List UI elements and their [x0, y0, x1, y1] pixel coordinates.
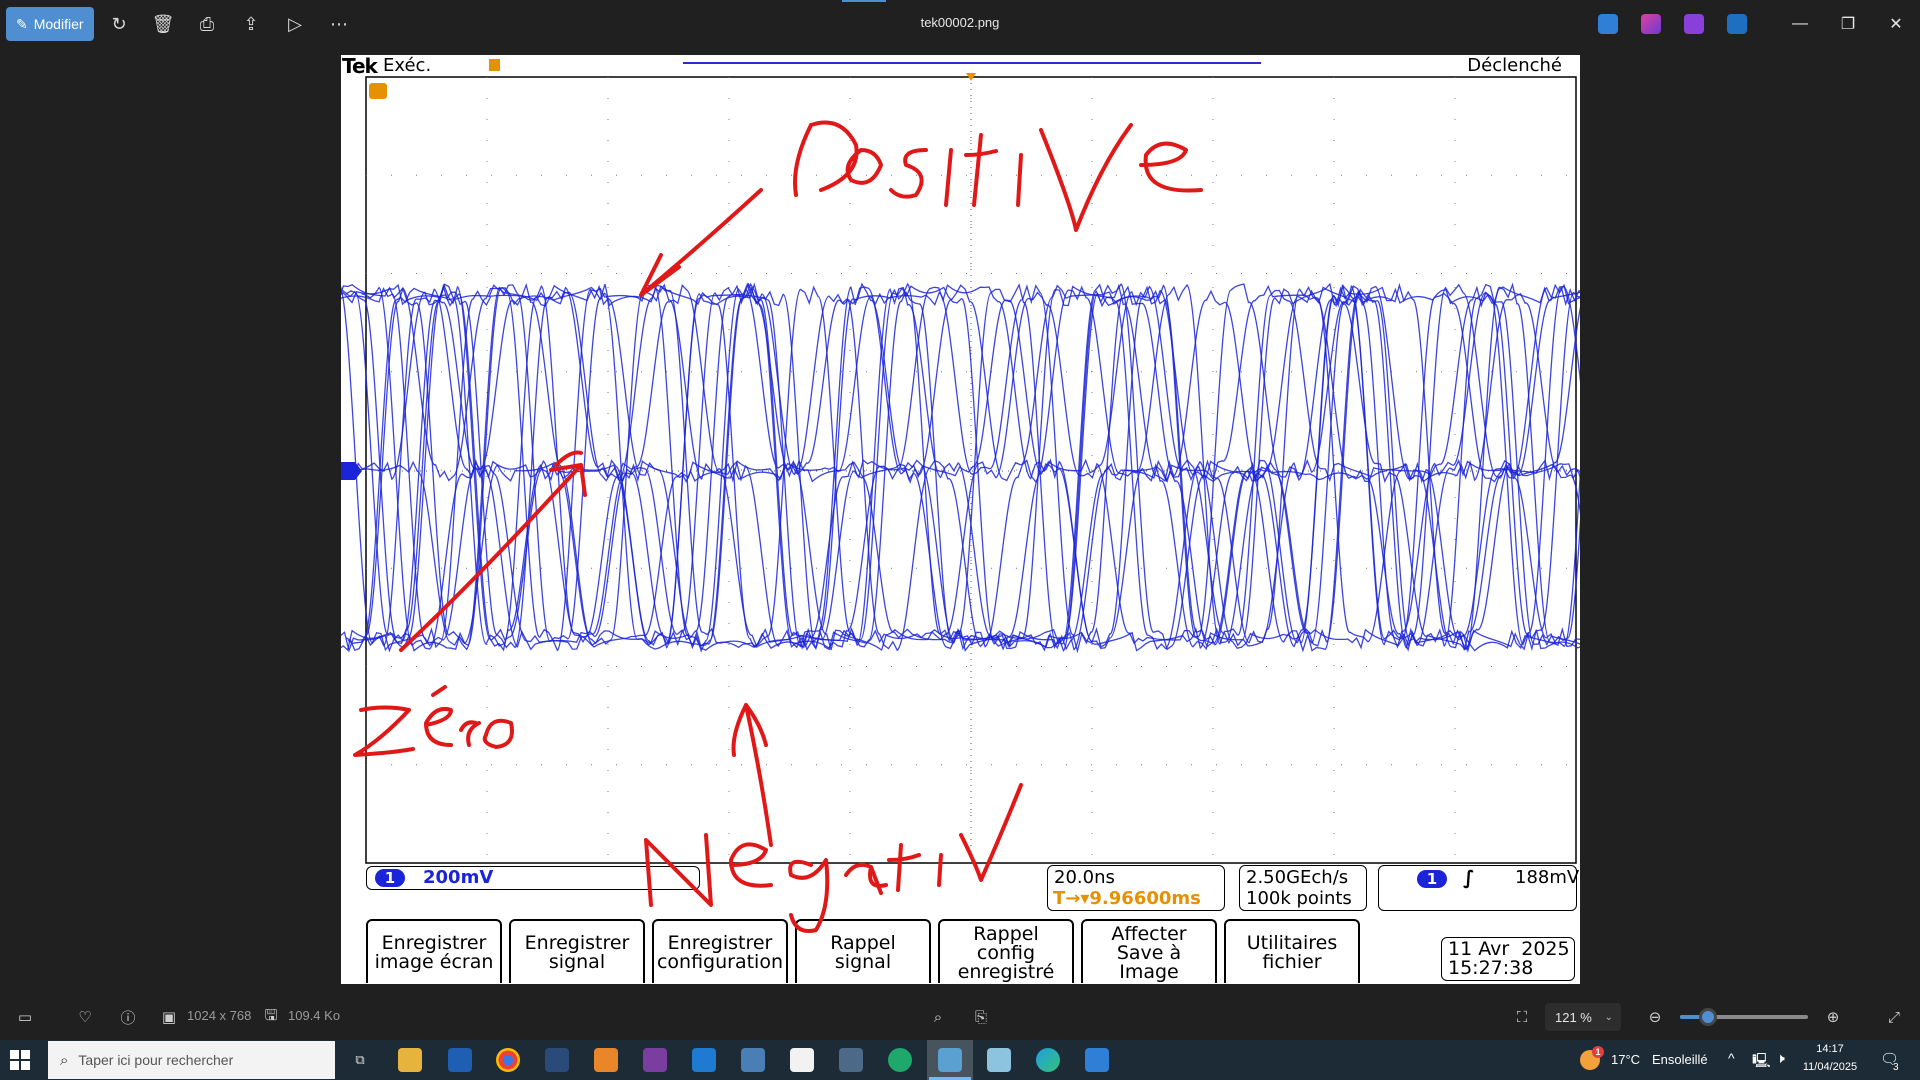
oscilloscope-image: Tek Exéc. Déclenché 1 200mV 20.0ns T→▾9.… [341, 55, 1580, 984]
clipchamp-icon[interactable] [1684, 14, 1704, 34]
zoom-out-icon[interactable]: ⊖ [1644, 1006, 1666, 1028]
photos-icon[interactable] [938, 1048, 962, 1072]
notepad-icon[interactable] [790, 1048, 814, 1072]
fullscreen-icon[interactable]: ⤢ [1883, 1006, 1905, 1028]
remote-desktop-icon[interactable] [839, 1048, 863, 1072]
filmstrip-icon[interactable]: ▭ [14, 1006, 36, 1028]
zoom-value: 121 % [1555, 1009, 1592, 1025]
arrow-zero [399, 450, 587, 652]
app-icon-orange[interactable] [594, 1048, 618, 1072]
file-size-icon: 🖫 [264, 1006, 278, 1024]
vscode-icon[interactable] [692, 1048, 716, 1072]
handwritten-annotations [353, 120, 1203, 933]
taskbar-search-box[interactable]: ⌕ Taper ici pour rechercher [48, 1041, 335, 1079]
app-icon-lightblue[interactable] [987, 1048, 1011, 1072]
notification-count: 3 [1893, 1062, 1899, 1073]
volume-icon[interactable]: 🕨 [1776, 1050, 1785, 1067]
app-icon-navy[interactable] [545, 1048, 569, 1072]
visual-search-icon[interactable]: ⌕ [927, 1006, 949, 1028]
weather-badge: 1 [1592, 1046, 1604, 1058]
edit-button-label: Modifier [33, 16, 84, 32]
edge-icon[interactable] [1036, 1048, 1060, 1072]
designer-icon[interactable] [1641, 14, 1661, 34]
arrow-positive [639, 188, 763, 297]
handwriting-negative [644, 783, 1023, 933]
handwriting-positive [793, 120, 1203, 232]
clock-time[interactable]: 14:17 [1802, 1043, 1858, 1055]
search-placeholder: Taper ici pour rechercher [78, 1052, 234, 1068]
zoom-in-icon[interactable]: ⊕ [1822, 1006, 1844, 1028]
weather-condition[interactable]: Ensoleillé [1652, 1052, 1708, 1067]
app-icon-blue[interactable] [448, 1048, 472, 1072]
dimensions-icon: ▣ [161, 1009, 177, 1026]
chrome-icon[interactable] [496, 1048, 520, 1072]
app-icon-purple[interactable] [643, 1048, 667, 1072]
image-dimensions: 1024 x 768 [187, 1008, 252, 1023]
weather-temperature[interactable]: 17°C [1611, 1052, 1640, 1067]
favorite-icon[interactable]: ♡ [74, 1006, 96, 1028]
text-scan-icon[interactable]: ⎘ [970, 1006, 992, 1028]
maximize-icon[interactable]: ❐ [1834, 10, 1862, 38]
delete-icon[interactable]: 🗑 [151, 12, 175, 36]
clock-date[interactable]: 11/04/2025 [1802, 1061, 1858, 1073]
app-icon-green[interactable] [888, 1048, 912, 1072]
slideshow-icon[interactable]: ▷ [283, 12, 307, 36]
zoom-dropdown[interactable]: 121 % ⌄ [1545, 1003, 1621, 1031]
print-icon[interactable]: ⎙ [195, 12, 219, 36]
chevron-up-icon[interactable]: ^ [1728, 1050, 1735, 1066]
image-file-size: 109.4 Ko [288, 1008, 341, 1023]
task-view-icon[interactable]: ⧉ [348, 1048, 372, 1072]
onedrive-icon[interactable] [1727, 14, 1747, 34]
more-icon[interactable]: ⋯ [327, 12, 351, 36]
info-icon[interactable]: ⓘ [117, 1006, 139, 1028]
minimize-icon[interactable]: — [1786, 10, 1814, 38]
title-bar: ✎ Modifier ↻ 🗑 ⎙ ⇪ ▷ ⋯ tek00002.png — ❐ … [0, 0, 1920, 48]
windows-start-icon[interactable] [10, 1050, 30, 1070]
handwriting-zero [353, 685, 514, 757]
app-icon-network[interactable] [741, 1048, 765, 1072]
weather-icon[interactable]: 1 [1580, 1046, 1604, 1070]
title-accent-line [842, 0, 886, 2]
share-icon[interactable]: ⇪ [239, 12, 263, 36]
chevron-down-icon: ⌄ [1604, 1011, 1613, 1023]
search-icon: ⌕ [60, 1051, 69, 1069]
file-explorer-icon[interactable] [398, 1048, 422, 1072]
fit-to-window-icon[interactable]: ⛶ [1511, 1006, 1533, 1028]
edit-button[interactable]: ✎ Modifier [6, 7, 94, 41]
photo-editor-icon[interactable] [1598, 14, 1618, 34]
edit-icon: ✎ [16, 15, 28, 32]
arrow-negative [731, 703, 773, 847]
zoom-slider[interactable] [1680, 1008, 1808, 1026]
network-icon[interactable]: 🖳 [1752, 1050, 1771, 1074]
rotate-icon[interactable]: ↻ [107, 12, 131, 36]
close-icon[interactable]: ✕ [1882, 10, 1910, 38]
photo-editor-taskbar-icon[interactable] [1085, 1048, 1109, 1072]
